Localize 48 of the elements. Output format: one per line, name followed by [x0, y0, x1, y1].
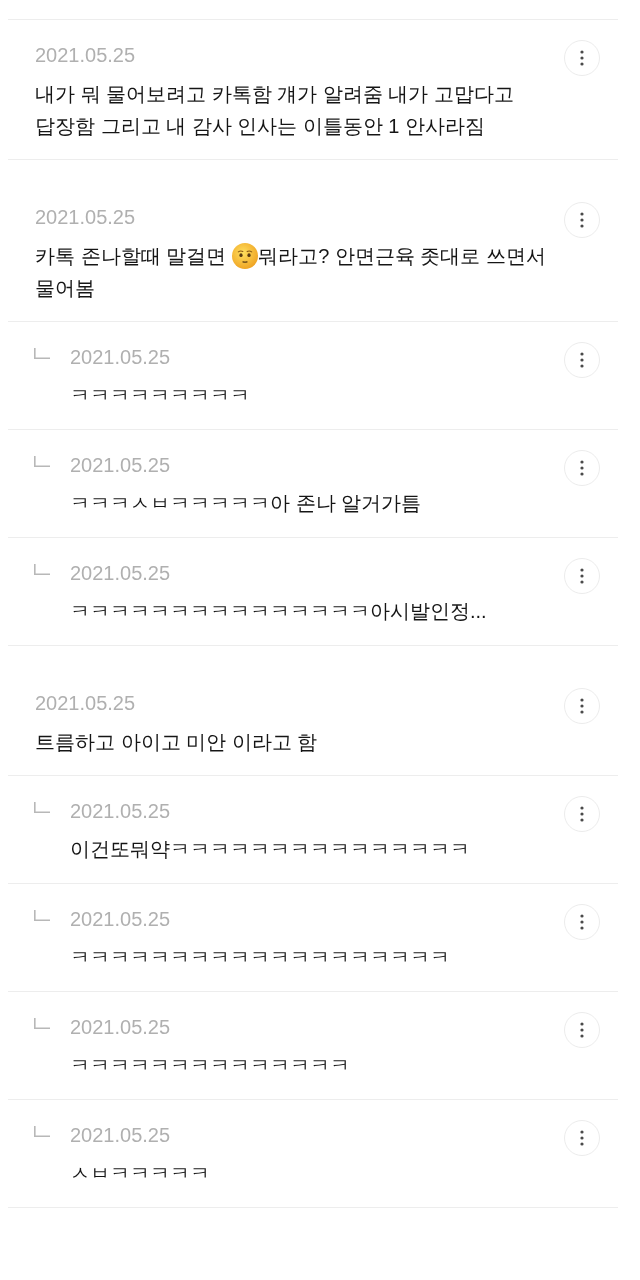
reply-text: 이건또뭐약ㅋㅋㅋㅋㅋㅋㅋㅋㅋㅋㅋㅋㅋㅋㅋ: [70, 837, 471, 862]
more-options-button[interactable]: [564, 904, 600, 940]
reply-date: 2021.05.25: [70, 1123, 171, 1148]
reply-text: ㅅㅂㅋㅋㅋㅋㅋ: [70, 1161, 211, 1186]
more-icon: [580, 698, 584, 714]
comment-date: 2021.05.25: [35, 205, 136, 230]
reply-date: 2021.05.25: [70, 799, 171, 824]
comment-text: 내가 뭐 물어보려고 카톡함 걔가 알려줌 내가 고맙다고 답장함 그리고 내 감사 인사는 이틀동안 1 안사라짐: [35, 82, 515, 139]
more-icon: [580, 1022, 584, 1038]
more-icon: [580, 352, 584, 368]
more-options-button[interactable]: [564, 688, 600, 724]
reply-text: ㅋㅋㅋㅋㅋㅋㅋㅋㅋㅋㅋㅋㅋㅋㅋ아시발인정...: [70, 599, 488, 624]
face-emoji-icon: [232, 243, 259, 269]
more-options-button[interactable]: [564, 796, 600, 832]
more-icon: [580, 460, 584, 476]
more-options-button[interactable]: [564, 342, 600, 378]
more-options-button[interactable]: [564, 40, 600, 76]
reply-corner-icon: [34, 456, 50, 467]
more-options-button[interactable]: [564, 1012, 600, 1048]
reply-text: ㅋㅋㅋㅋㅋㅋㅋㅋㅋ: [70, 383, 251, 408]
more-options-button[interactable]: [564, 450, 600, 486]
reply-corner-icon: [34, 910, 50, 921]
more-options-button[interactable]: [564, 202, 600, 238]
reply-text: ㅋㅋㅋㅅㅂㅋㅋㅋㅋㅋ아 존나 알거가틈: [70, 491, 423, 516]
comment-text: 트름하고 아이고 미안 이라고 함: [35, 730, 319, 755]
more-icon: [580, 806, 584, 822]
reply-corner-icon: [34, 564, 50, 575]
more-icon: [580, 50, 584, 66]
reply-corner-icon: [34, 348, 50, 359]
reply-corner-icon: [34, 1018, 50, 1029]
comment-date: 2021.05.25: [35, 43, 136, 68]
more-icon: [580, 914, 584, 930]
more-options-button[interactable]: [564, 1120, 600, 1156]
reply-corner-icon: [34, 802, 50, 813]
reply-corner-icon: [34, 1126, 50, 1137]
more-icon: [580, 568, 584, 584]
reply-date: 2021.05.25: [70, 345, 171, 370]
reply-date: 2021.05.25: [70, 561, 171, 586]
more-options-button[interactable]: [564, 558, 600, 594]
reply-text: ㅋㅋㅋㅋㅋㅋㅋㅋㅋㅋㅋㅋㅋㅋ: [70, 1053, 351, 1078]
reply-text: ㅋㅋㅋㅋㅋㅋㅋㅋㅋㅋㅋㅋㅋㅋㅋㅋㅋㅋㅋ: [70, 945, 451, 970]
reply-date: 2021.05.25: [70, 1015, 171, 1040]
comment-date: 2021.05.25: [35, 691, 136, 716]
more-icon: [580, 1130, 584, 1146]
reply-date: 2021.05.25: [70, 453, 171, 478]
more-icon: [580, 212, 584, 228]
comment-text: 카톡 존나할때 말걸면 뭐라고? 안면근육 좃대로 쓰면서 물어봄: [35, 242, 547, 301]
reply-date: 2021.05.25: [70, 907, 171, 932]
